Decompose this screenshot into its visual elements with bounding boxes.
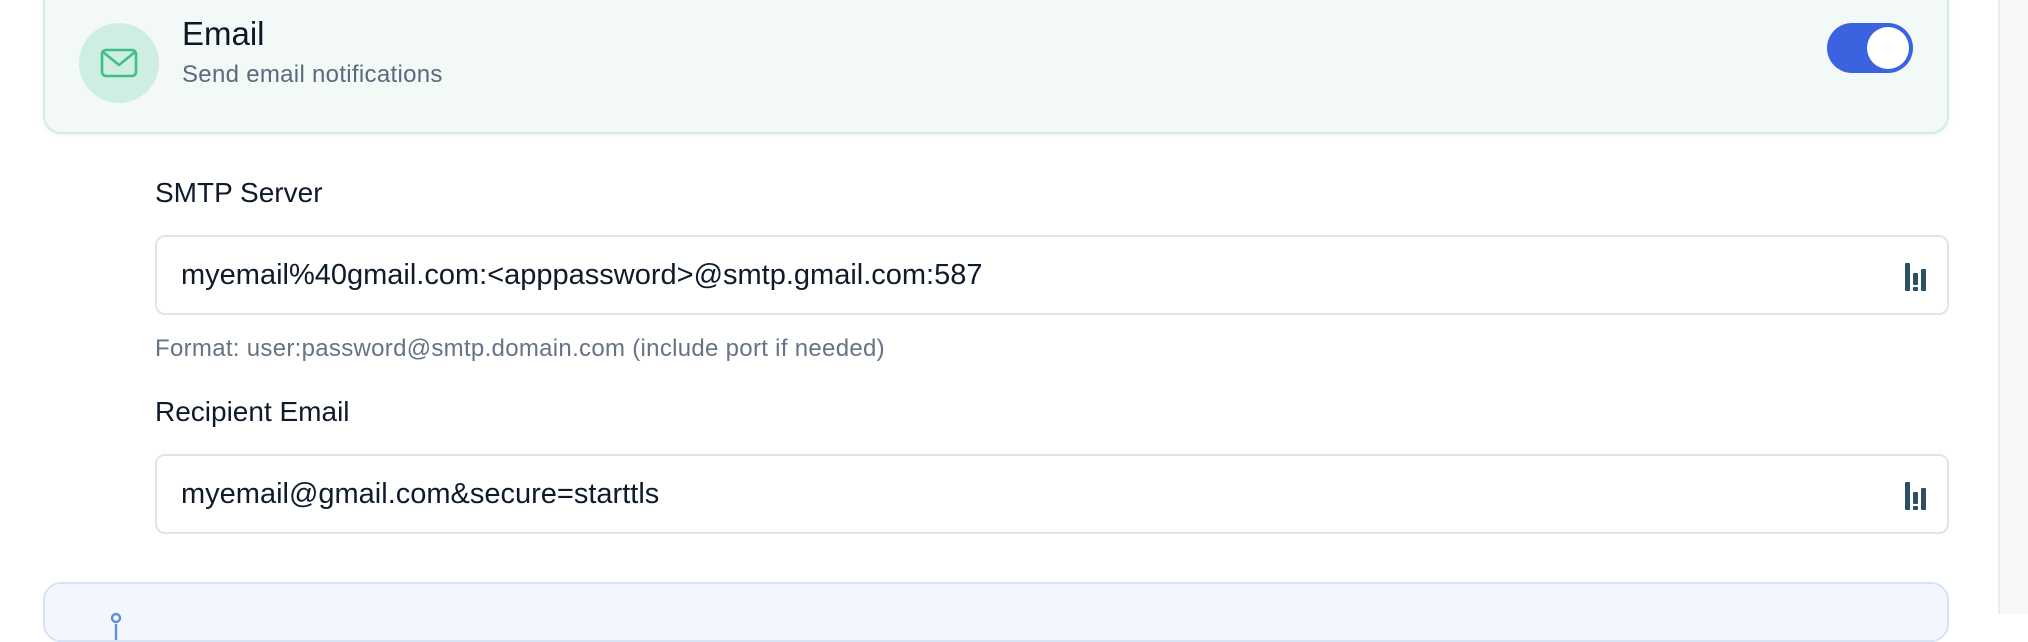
password-manager-icon[interactable]	[1903, 480, 1929, 512]
email-title: Email	[182, 15, 265, 52]
mail-icon-badge	[79, 23, 159, 103]
smtp-server-field[interactable]	[155, 235, 1949, 315]
recipient-email-input[interactable]	[181, 456, 1881, 532]
info-card	[43, 582, 1949, 642]
smtp-server-help: Format: user:password@smtp.domain.com (i…	[155, 335, 885, 362]
toggle-knob	[1867, 27, 1909, 69]
email-subtitle: Send email notifications	[182, 61, 443, 88]
email-notification-card: Email Send email notifications	[43, 0, 1949, 134]
smtp-server-input[interactable]	[181, 237, 1881, 313]
info-icon	[110, 612, 122, 640]
recipient-email-field[interactable]	[155, 454, 1949, 534]
email-enabled-toggle[interactable]	[1827, 23, 1913, 73]
scrollbar-track[interactable]	[1998, 0, 2028, 614]
password-manager-icon[interactable]	[1903, 261, 1929, 293]
recipient-email-label: Recipient Email	[155, 396, 350, 427]
mail-icon	[100, 48, 138, 78]
smtp-server-label: SMTP Server	[155, 177, 323, 208]
